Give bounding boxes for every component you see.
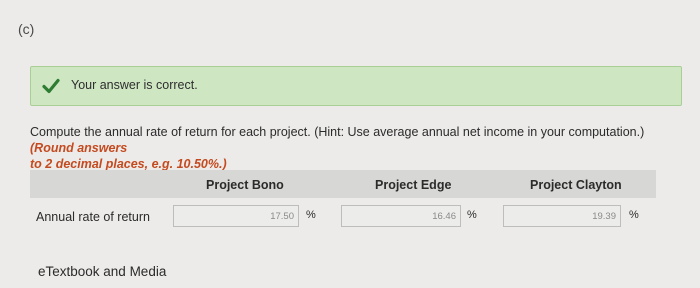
round-prefix: (Round answers [30,141,128,155]
part-label: (c) [18,21,35,37]
etextbook-media-link[interactable]: eTextbook and Media [38,264,166,279]
percent-unit-bono: % [306,209,316,221]
column-header-clayton: Project Clayton [530,178,622,192]
answer-input-clayton[interactable]: 19.39 [503,205,621,227]
answer-input-edge[interactable]: 16.46 [341,205,461,227]
prompt-text: Compute the annual rate of return for ea… [30,125,645,139]
percent-unit-clayton: % [629,209,639,221]
answer-input-bono[interactable]: 17.50 [173,205,299,227]
column-header-bono: Project Bono [206,178,284,192]
table-header: Project Bono Project Edge Project Clayto… [30,170,656,198]
percent-unit-edge: % [467,209,477,221]
row-label: Annual rate of return [36,210,150,224]
checkmark-icon [42,78,60,94]
round-suffix: to 2 decimal places, e.g. 10.50%.) [30,157,227,171]
rounding-instruction: (Round answers to 2 decimal places, e.g. … [30,141,227,171]
alert-message: Your answer is correct. [71,78,198,92]
column-header-edge: Project Edge [375,178,452,192]
success-alert: Your answer is correct. [30,66,682,106]
question-prompt: Compute the annual rate of return for ea… [30,124,690,172]
